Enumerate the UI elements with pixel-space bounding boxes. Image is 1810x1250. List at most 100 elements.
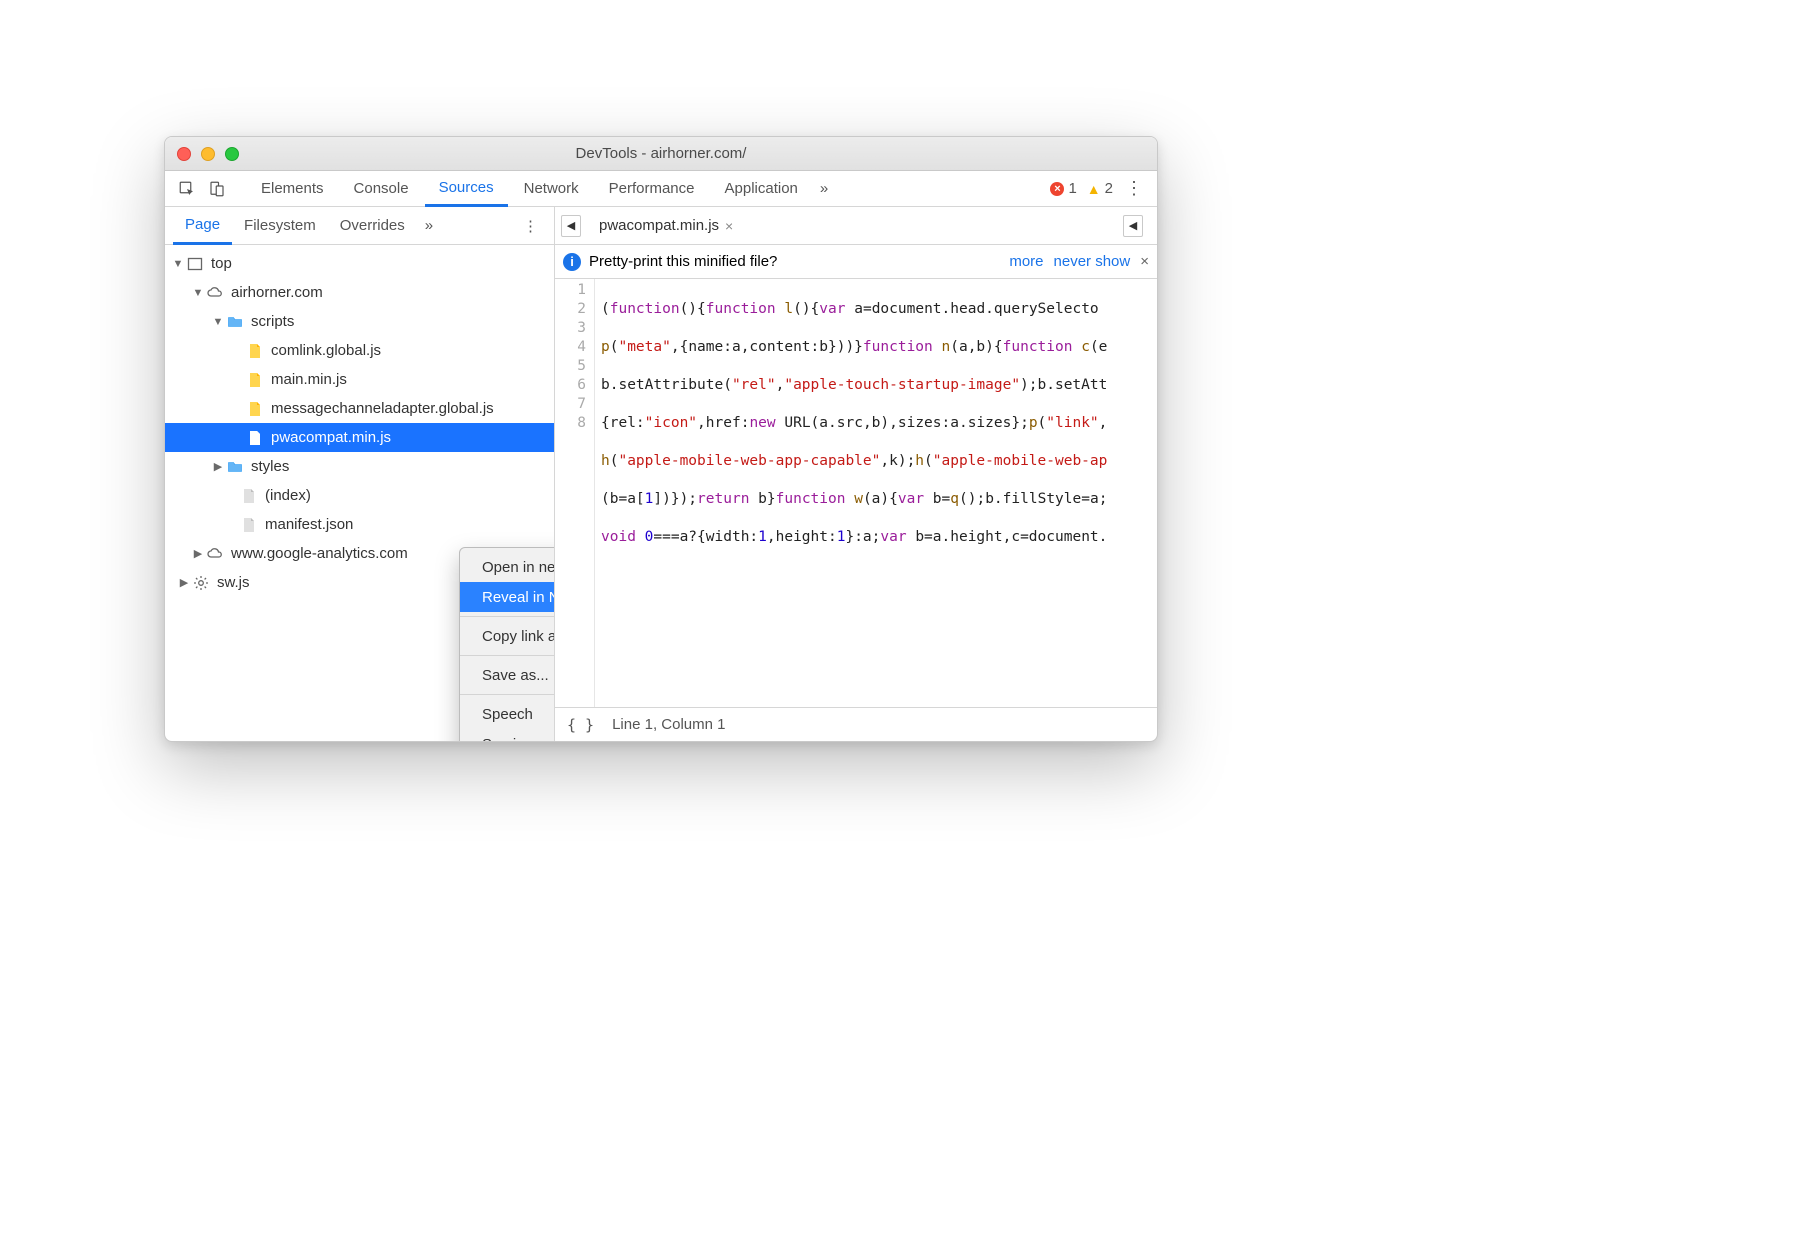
tree-node-file-selected[interactable]: pwacompat.min.js xyxy=(165,423,554,452)
tree-node-folder-scripts[interactable]: scripts xyxy=(165,307,554,336)
tab-sources[interactable]: Sources xyxy=(425,171,508,207)
close-window-button[interactable] xyxy=(177,147,191,161)
inspect-element-icon[interactable] xyxy=(173,175,201,203)
js-file-icon xyxy=(245,428,265,448)
sidebar-tab-page[interactable]: Page xyxy=(173,207,232,245)
tree-node-folder-styles[interactable]: styles xyxy=(165,452,554,481)
tab-application[interactable]: Application xyxy=(711,171,812,207)
sidebar-menu-icon[interactable]: ⋮ xyxy=(515,217,546,235)
tree-node-file[interactable]: messagechanneladapter.global.js xyxy=(165,394,554,423)
disclosure-icon[interactable] xyxy=(211,316,225,328)
error-count-value: 1 xyxy=(1068,180,1076,197)
tab-performance[interactable]: Performance xyxy=(595,171,709,207)
sidebar-tab-filesystem[interactable]: Filesystem xyxy=(232,207,328,245)
tree-label: scripts xyxy=(251,313,294,330)
more-tabs-icon[interactable]: » xyxy=(814,180,834,197)
show-navigator[interactable]: ◀ xyxy=(1123,215,1143,237)
tree-label: pwacompat.min.js xyxy=(271,429,391,446)
folder-icon xyxy=(225,312,245,332)
tab-elements[interactable]: Elements xyxy=(247,171,338,207)
document-icon xyxy=(239,515,259,535)
pretty-print-hint: i Pretty-print this minified file? more … xyxy=(555,245,1157,279)
tree-node-file[interactable]: comlink.global.js xyxy=(165,336,554,365)
settings-menu-icon[interactable]: ⋮ xyxy=(1119,178,1149,199)
tree-label: styles xyxy=(251,458,289,475)
warning-count-value: 2 xyxy=(1105,180,1113,197)
tree-label: messagechanneladapter.global.js xyxy=(271,400,494,417)
tree-label: (index) xyxy=(265,487,311,504)
context-menu-item[interactable]: Copy link address xyxy=(460,621,554,651)
document-icon xyxy=(239,486,259,506)
context-menu: Open in new tabReveal in Network panel Co… xyxy=(459,547,554,741)
context-menu-item[interactable]: Open in new tab xyxy=(460,552,554,582)
hint-more-link[interactable]: more xyxy=(1009,253,1043,270)
nav-forward-icon[interactable]: ◀ xyxy=(1124,219,1142,232)
disclosure-icon[interactable] xyxy=(177,576,191,589)
js-file-icon xyxy=(245,399,265,419)
tree-label: top xyxy=(211,255,232,272)
tree-node-file[interactable]: manifest.json xyxy=(165,510,554,539)
open-file-tabs: ◀ pwacompat.min.js × ◀ xyxy=(555,207,1157,245)
tree-label: main.min.js xyxy=(271,371,347,388)
tab-network[interactable]: Network xyxy=(510,171,593,207)
traffic-lights xyxy=(177,147,239,161)
context-menu-item[interactable]: Speech xyxy=(460,699,554,729)
window-title: DevTools - airhorner.com/ xyxy=(165,145,1157,162)
device-toolbar-icon[interactable] xyxy=(203,175,231,203)
tree-label: manifest.json xyxy=(265,516,353,533)
body: Page Filesystem Overrides » ⋮ top xyxy=(165,207,1157,741)
context-menu-separator xyxy=(460,616,554,617)
disclosure-icon[interactable] xyxy=(191,287,205,299)
close-tab-icon[interactable]: × xyxy=(725,218,733,234)
pretty-print-button[interactable]: { } xyxy=(567,716,594,734)
js-file-icon xyxy=(245,370,265,390)
sidebar-more-tabs-icon[interactable]: » xyxy=(417,217,441,234)
titlebar: DevTools - airhorner.com/ xyxy=(165,137,1157,171)
tree-node-file[interactable]: (index) xyxy=(165,481,554,510)
context-menu-separator xyxy=(460,655,554,656)
disclosure-icon[interactable] xyxy=(211,460,225,473)
gear-icon xyxy=(191,573,211,593)
disclosure-icon[interactable] xyxy=(191,547,205,560)
context-menu-separator xyxy=(460,694,554,695)
warning-count[interactable]: ▲ 2 xyxy=(1087,180,1113,197)
history-nav[interactable]: ◀ xyxy=(561,215,581,237)
disclosure-icon[interactable] xyxy=(171,258,185,270)
nav-back-icon[interactable]: ◀ xyxy=(562,219,580,232)
tree-label: comlink.global.js xyxy=(271,342,381,359)
file-tab[interactable]: pwacompat.min.js × xyxy=(589,217,743,234)
status-bar: { } Line 1, Column 1 xyxy=(555,707,1157,741)
tree-label: airhorner.com xyxy=(231,284,323,301)
minimize-window-button[interactable] xyxy=(201,147,215,161)
line-gutter: 12345678 xyxy=(555,279,595,707)
warning-icon: ▲ xyxy=(1087,181,1101,197)
tree-node-domain-airhorner[interactable]: airhorner.com xyxy=(165,278,554,307)
code-content[interactable]: (function(){function l(){var a=document.… xyxy=(595,279,1157,707)
error-icon: × xyxy=(1050,182,1064,196)
cloud-icon xyxy=(205,544,225,564)
hint-text: Pretty-print this minified file? xyxy=(589,253,777,270)
sources-sidebar: Page Filesystem Overrides » ⋮ top xyxy=(165,207,555,741)
main-panel-tabs: Elements Console Sources Network Perform… xyxy=(165,171,1157,207)
zoom-window-button[interactable] xyxy=(225,147,239,161)
context-menu-item[interactable]: Save as... xyxy=(460,660,554,690)
sidebar-tab-overrides[interactable]: Overrides xyxy=(328,207,417,245)
cursor-position: Line 1, Column 1 xyxy=(612,716,725,733)
tree-label: sw.js xyxy=(217,574,250,591)
folder-icon xyxy=(225,457,245,477)
error-count[interactable]: × 1 xyxy=(1050,180,1076,197)
code-editor[interactable]: 12345678 (function(){function l(){var a=… xyxy=(555,279,1157,707)
file-tab-label: pwacompat.min.js xyxy=(599,217,719,234)
tree-label: www.google-analytics.com xyxy=(231,545,408,562)
hint-never-link[interactable]: never show xyxy=(1054,253,1131,270)
context-menu-item[interactable]: Reveal in Network panel xyxy=(460,582,554,612)
tree-node-top[interactable]: top xyxy=(165,249,554,278)
js-file-icon xyxy=(245,341,265,361)
context-menu-item[interactable]: Services xyxy=(460,729,554,741)
tree-node-file[interactable]: main.min.js xyxy=(165,365,554,394)
source-pane: ◀ pwacompat.min.js × ◀ i Pretty-print th… xyxy=(555,207,1157,741)
close-hint-icon[interactable]: × xyxy=(1140,253,1149,270)
devtools-window: DevTools - airhorner.com/ Elements Conso… xyxy=(164,136,1158,742)
tab-console[interactable]: Console xyxy=(340,171,423,207)
file-tree: top airhorner.com scripts xyxy=(165,245,554,741)
